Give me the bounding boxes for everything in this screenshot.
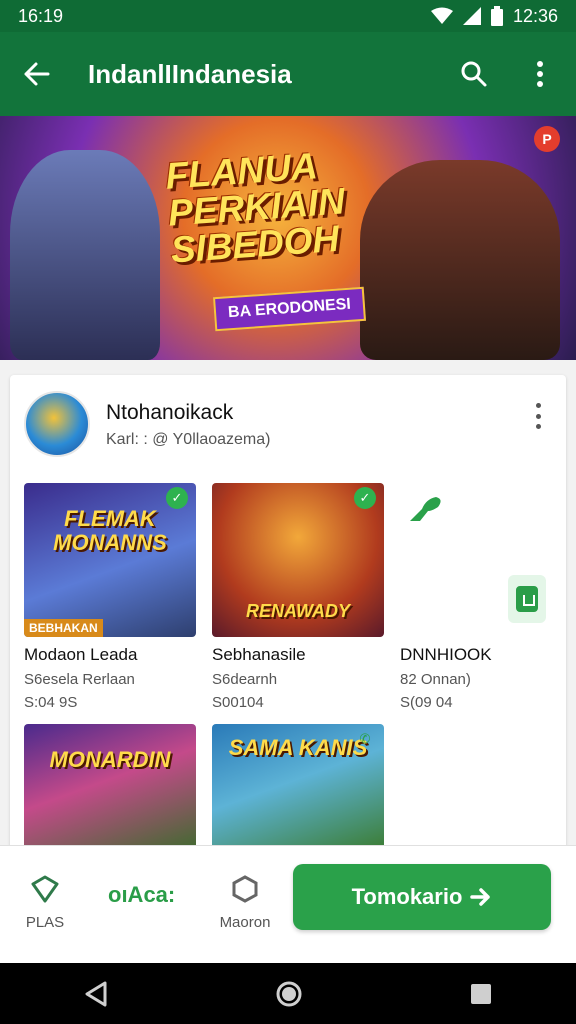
game-item[interactable]: RENAWADY ✓ Sebhanasile S6dearnh S00104 bbox=[212, 483, 384, 711]
publisher-subtitle: Karl: : @ Y0llaoazema) bbox=[106, 431, 271, 448]
more-vert-icon bbox=[537, 61, 543, 87]
game-thumbnail: RENAWADY ✓ bbox=[212, 483, 384, 637]
game-subtitle: S6dearnh bbox=[212, 671, 278, 688]
game-meta: S00104 bbox=[212, 694, 264, 711]
status-time-right: 12:36 bbox=[512, 5, 558, 26]
nav-item-maoron[interactable]: Maoron bbox=[212, 874, 278, 931]
back-nav-icon[interactable] bbox=[84, 981, 108, 1007]
nav-label-plas: PLAS bbox=[25, 914, 65, 931]
game-item[interactable]: MONARDIN bbox=[24, 724, 196, 854]
game-title: Modaon Leada bbox=[24, 645, 138, 664]
game-thumbnail: MONARDIN bbox=[24, 724, 196, 854]
back-button[interactable] bbox=[18, 56, 54, 92]
nav-item-plas[interactable]: PLAS bbox=[20, 874, 70, 931]
cta-label: Tomokario bbox=[351, 884, 463, 909]
hero-figure-left bbox=[10, 150, 160, 360]
status-icons: 12:36 bbox=[430, 5, 558, 27]
nav-item-middle[interactable]: oıAca: bbox=[108, 882, 175, 908]
game-meta: S:04 9S bbox=[24, 694, 78, 711]
recents-nav-icon[interactable] bbox=[470, 983, 492, 1005]
thumbnail-title: RENAWADY bbox=[245, 601, 350, 621]
game-thumbnail: FLEMAK MONANNS ✓ BEBHAKAN bbox=[24, 483, 196, 637]
app-title: IndanlIIndanesia bbox=[88, 58, 292, 89]
game-meta: S(09 04 bbox=[400, 694, 453, 711]
hexagon-icon bbox=[232, 875, 258, 903]
phone-icon: ✆ bbox=[359, 731, 371, 746]
game-subtitle: S6esela Rerlaan bbox=[24, 671, 135, 688]
banner-title: FLANUA PERKIAIN SIBEDOH bbox=[164, 145, 347, 271]
shield-icon bbox=[31, 875, 59, 903]
home-nav-icon[interactable] bbox=[275, 980, 303, 1008]
status-bar: 16:19 12:36 bbox=[0, 0, 576, 32]
status-time: 16:19 bbox=[18, 5, 64, 26]
nav-label-maoron: Maoron bbox=[219, 914, 271, 931]
signal-icon bbox=[462, 7, 481, 25]
battery-icon bbox=[490, 6, 503, 26]
game-item[interactable]: SAMA KANIS ✆ bbox=[212, 724, 384, 854]
check-icon: ✓ bbox=[354, 487, 376, 509]
game-subtitle: 82 Onnan) bbox=[400, 671, 471, 688]
game-title: DNNHIOOK bbox=[400, 645, 492, 664]
thumbnail-title: FLEMAK MONANNS bbox=[53, 506, 167, 555]
thumbnail-title: MONARDIN bbox=[49, 747, 171, 772]
card-menu-button[interactable] bbox=[528, 403, 548, 429]
cta-button[interactable]: Tomokario bbox=[293, 864, 551, 930]
promo-banner[interactable]: FLANUA PERKIAIN SIBEDOH BA ERODONESI P bbox=[0, 116, 576, 360]
back-arrow-icon bbox=[24, 62, 50, 86]
thumbnail-corner-text: BEBHAKAN bbox=[24, 619, 103, 637]
search-icon bbox=[461, 61, 487, 87]
install-badge-icon[interactable] bbox=[508, 575, 546, 623]
publisher-card: Ntohanoikack Karl: : @ Y0llaoazema) FLEM… bbox=[10, 375, 566, 855]
arrow-right-icon bbox=[470, 888, 491, 906]
system-navigation-bar bbox=[0, 963, 576, 1024]
banner-subtitle: BA ERODONESI bbox=[212, 286, 366, 332]
dino-icon bbox=[410, 497, 441, 521]
overflow-menu-button[interactable] bbox=[522, 56, 558, 92]
publisher-name: Ntohanoikack bbox=[106, 401, 234, 424]
game-title: Sebhanasile bbox=[212, 645, 306, 664]
game-thumbnail: SAMA KANIS ✆ bbox=[212, 724, 384, 854]
app-bar: IndanlIIndanesia bbox=[0, 32, 576, 116]
banner-badge: P bbox=[534, 126, 560, 152]
search-button[interactable] bbox=[456, 56, 492, 92]
bottom-action-bar: PLAS oıAca: Maoron Tomokario bbox=[0, 845, 576, 963]
game-item[interactable]: FLEMAK MONANNS ✓ BEBHAKAN Modaon Leada S… bbox=[24, 483, 196, 711]
avatar[interactable] bbox=[24, 391, 90, 457]
check-icon: ✓ bbox=[166, 487, 188, 509]
hero-figure-right bbox=[360, 160, 560, 360]
wifi-icon bbox=[430, 7, 453, 24]
